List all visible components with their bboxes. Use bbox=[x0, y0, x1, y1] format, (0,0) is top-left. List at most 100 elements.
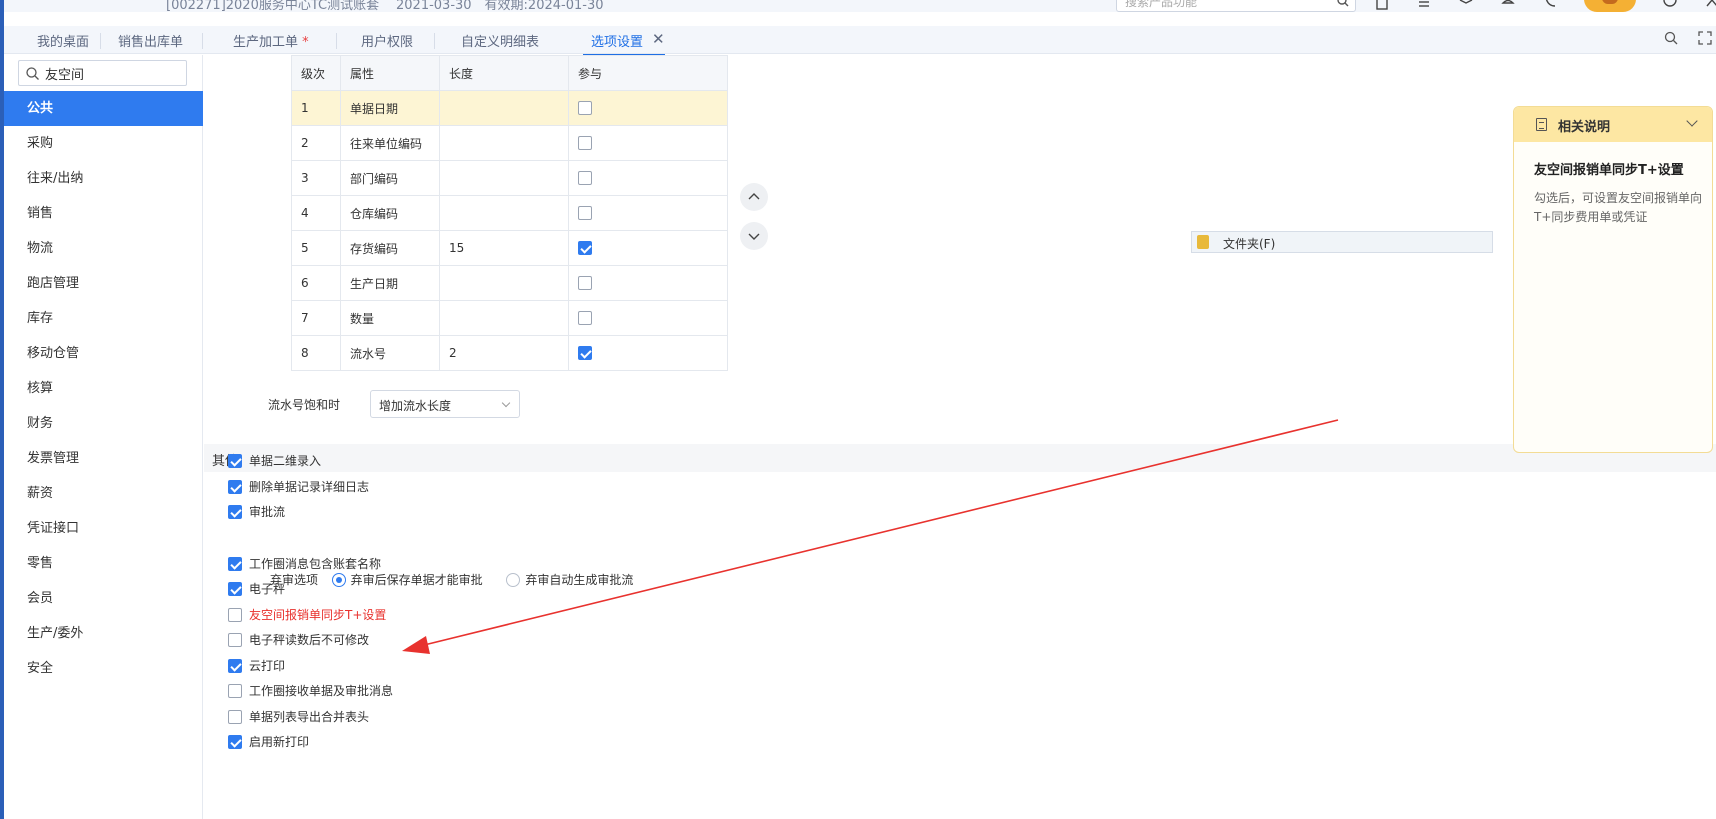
sidebar-item[interactable]: 薪资 bbox=[4, 476, 203, 511]
table-cell-length[interactable] bbox=[439, 160, 569, 196]
participate-checkbox[interactable] bbox=[578, 311, 592, 326]
option-checkbox[interactable] bbox=[228, 659, 242, 673]
move-up-button[interactable] bbox=[740, 183, 768, 211]
participate-checkbox[interactable] bbox=[578, 136, 592, 151]
table-cell-length[interactable]: 15 bbox=[439, 230, 569, 266]
tab-production-order[interactable]: 生产加工单 * bbox=[233, 31, 337, 53]
serial-saturation-select[interactable]: 增加流水长度 bbox=[370, 390, 520, 418]
participate-checkbox[interactable] bbox=[578, 276, 592, 291]
column-header-attribute: 属性 bbox=[340, 55, 440, 91]
participate-checkbox[interactable] bbox=[578, 346, 592, 361]
search-icon[interactable] bbox=[1664, 31, 1678, 45]
table-cell-length[interactable] bbox=[439, 300, 569, 336]
table-cell-length[interactable] bbox=[439, 265, 569, 301]
sidebar-item[interactable]: 公共 bbox=[4, 91, 203, 126]
column-header-level: 级次 bbox=[291, 55, 341, 91]
table-cell-attr: 仓库编码 bbox=[340, 195, 440, 231]
help-icon[interactable] bbox=[1662, 0, 1678, 10]
fullscreen-icon[interactable] bbox=[1698, 31, 1712, 45]
radio-auto-generate-flow[interactable] bbox=[506, 573, 521, 587]
tab-user-permissions[interactable]: 用户权限 bbox=[361, 31, 436, 53]
sidebar-item[interactable]: 会员 bbox=[4, 581, 203, 616]
option-checkbox[interactable] bbox=[228, 684, 242, 698]
book-icon[interactable] bbox=[1458, 0, 1474, 10]
table-row[interactable]: 4 仓库编码 bbox=[291, 195, 728, 231]
option-label: 云打印 bbox=[249, 659, 286, 673]
tab-custom-detail-report[interactable]: 自定义明细表 bbox=[461, 31, 539, 53]
table-row[interactable]: 2 往来单位编码 bbox=[291, 125, 728, 161]
sidebar-item[interactable]: 库存 bbox=[4, 301, 203, 336]
sidebar-item[interactable]: 发票管理 bbox=[4, 441, 203, 476]
option-item: 单据二维录入 bbox=[228, 452, 321, 470]
column-header-length: 长度 bbox=[439, 55, 569, 91]
option-checkbox[interactable] bbox=[228, 582, 242, 596]
option-label: 工作圈接收单据及审批消息 bbox=[249, 684, 394, 698]
table-header-row: 级次 属性 长度 参与 bbox=[291, 55, 728, 91]
sidebar-item[interactable]: 物流 bbox=[4, 231, 203, 266]
option-checkbox[interactable] bbox=[228, 633, 242, 647]
product-search-placeholder: 搜索产品功能 bbox=[1125, 0, 1198, 9]
help-panel-header[interactable]: 相关说明 bbox=[1514, 107, 1712, 142]
product-search-input[interactable]: 搜索产品功能 bbox=[1116, 0, 1356, 12]
participate-checkbox[interactable] bbox=[578, 171, 592, 186]
option-checkbox[interactable] bbox=[228, 557, 242, 571]
table-cell-participate bbox=[568, 265, 728, 301]
top-toolbar-icons bbox=[1374, 0, 1716, 12]
participate-checkbox[interactable] bbox=[578, 241, 592, 256]
option-item: 删除单据记录详细日志 bbox=[228, 478, 369, 496]
participate-checkbox[interactable] bbox=[578, 101, 592, 116]
chevron-down-icon[interactable] bbox=[1686, 115, 1698, 127]
participate-checkbox[interactable] bbox=[578, 206, 592, 221]
sidebar-item[interactable]: 零售 bbox=[4, 546, 203, 581]
account-name: [002271]2020服务中心TC测试账套 bbox=[166, 0, 380, 12]
table-cell-length[interactable] bbox=[439, 195, 569, 231]
tab-sales-outbound[interactable]: 销售出库单 bbox=[118, 31, 204, 53]
table-cell-level: 1 bbox=[291, 90, 341, 126]
sidebar-item[interactable]: 跑店管理 bbox=[4, 266, 203, 301]
option-checkbox[interactable] bbox=[228, 710, 242, 724]
table-row[interactable]: 6 生产日期 bbox=[291, 265, 728, 301]
abandon-options-label: 弃审选项 bbox=[270, 573, 319, 587]
table-cell-length[interactable]: 2 bbox=[439, 335, 569, 371]
list-icon[interactable] bbox=[1416, 0, 1432, 10]
sidebar-item[interactable]: 往来/出纳 bbox=[4, 161, 203, 196]
sidebar-search-input[interactable] bbox=[45, 64, 183, 82]
table-cell-length[interactable] bbox=[439, 125, 569, 161]
avatar[interactable] bbox=[1584, 0, 1636, 12]
search-icon[interactable] bbox=[1337, 0, 1349, 7]
sidebar-item[interactable]: 核算 bbox=[4, 371, 203, 406]
option-checkbox[interactable] bbox=[228, 480, 242, 494]
tab-my-desktop[interactable]: 我的桌面 bbox=[37, 31, 102, 53]
table-cell-participate bbox=[568, 90, 728, 126]
tab-option-settings[interactable]: 选项设置 bbox=[582, 31, 666, 57]
sidebar-item[interactable]: 安全 bbox=[4, 651, 203, 686]
bell-icon[interactable] bbox=[1500, 0, 1516, 10]
close-tab-icon[interactable]: ✕ bbox=[652, 30, 665, 48]
sidebar-item[interactable]: 生产/委外 bbox=[4, 616, 203, 651]
table-cell-participate bbox=[568, 335, 728, 371]
sidebar-item[interactable]: 采购 bbox=[4, 126, 203, 161]
sidebar-item[interactable]: 财务 bbox=[4, 406, 203, 441]
option-checkbox[interactable] bbox=[228, 608, 242, 622]
option-checkbox[interactable] bbox=[228, 454, 242, 468]
sidebar-item[interactable]: 销售 bbox=[4, 196, 203, 231]
table-row[interactable]: 3 部门编码 bbox=[291, 160, 728, 196]
move-down-button[interactable] bbox=[740, 222, 768, 250]
user-icon[interactable] bbox=[1704, 0, 1716, 10]
table-row[interactable]: 7 数量 bbox=[291, 300, 728, 336]
table-cell-attr: 部门编码 bbox=[340, 160, 440, 196]
radio-save-then-approve[interactable] bbox=[331, 573, 346, 587]
table-row[interactable]: 1 单据日期 bbox=[291, 90, 728, 126]
sidebar-item[interactable]: 凭证接口 bbox=[4, 511, 203, 546]
home-icon[interactable] bbox=[1374, 0, 1390, 10]
table-row[interactable]: 5 存货编码 15 bbox=[291, 230, 728, 266]
option-checkbox[interactable] bbox=[228, 505, 242, 519]
folder-item[interactable]: 文件夹(F) bbox=[1191, 231, 1493, 253]
table-row[interactable]: 8 流水号 2 bbox=[291, 335, 728, 371]
option-checkbox[interactable] bbox=[228, 735, 242, 749]
sidebar-item[interactable]: 移动仓管 bbox=[4, 336, 203, 371]
abandon-options: 弃审选项 弃审后保存单据才能审批 弃审自动生成审批流 bbox=[270, 571, 633, 588]
table-cell-length[interactable] bbox=[439, 90, 569, 126]
option-label: 工作圈消息包含账套名称 bbox=[249, 557, 382, 571]
phone-icon[interactable] bbox=[1542, 0, 1558, 10]
